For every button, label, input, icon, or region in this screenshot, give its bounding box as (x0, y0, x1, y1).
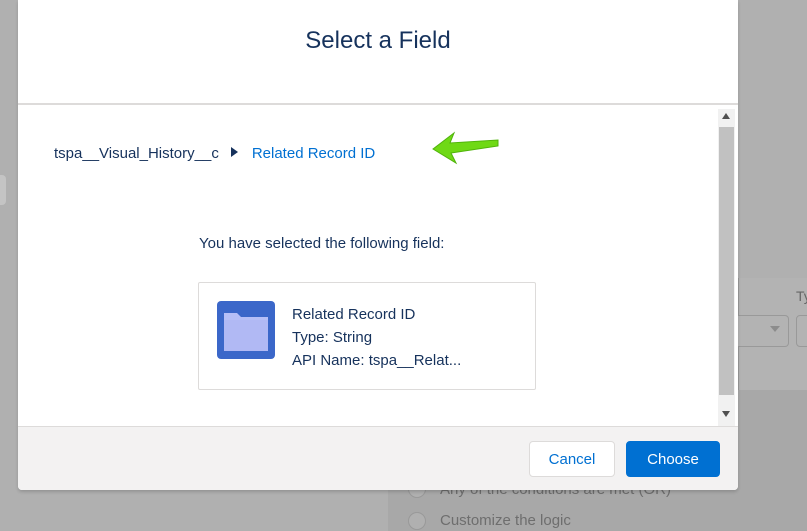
folder-icon (217, 301, 275, 359)
chevron-down-icon (770, 326, 780, 332)
modal-footer: Cancel Choose (18, 426, 738, 490)
arrow-left-icon (432, 131, 499, 165)
scroll-thumb[interactable] (719, 127, 734, 395)
field-type: Type: String (292, 329, 373, 346)
modal-title: Select a Field (305, 27, 451, 54)
background-radio-custom-label: Customize the logic (440, 512, 571, 529)
background-radio-custom (408, 512, 426, 530)
modal-body: tspa__Visual_History__c Related Record I… (18, 105, 738, 426)
scroll-down-icon[interactable] (722, 411, 730, 417)
modal-header: Select a Field (18, 0, 738, 105)
breadcrumb: tspa__Visual_History__c Related Record I… (54, 145, 375, 162)
background-select-2 (796, 315, 807, 347)
background-panel-edge (0, 175, 6, 205)
scroll-up-icon[interactable] (722, 113, 730, 119)
select-field-modal: Select a Field tspa__Visual_History__c R… (18, 0, 738, 490)
field-api-name: API Name: tspa__Relat... (292, 352, 462, 369)
selected-field-label: You have selected the following field: (199, 235, 445, 252)
body-scrollbar[interactable] (718, 109, 735, 426)
field-name: Related Record ID (292, 306, 416, 323)
cancel-button[interactable]: Cancel (529, 441, 615, 477)
choose-button[interactable]: Choose (626, 441, 720, 477)
selected-field-card: Related Record ID Type: String API Name:… (198, 282, 536, 390)
background-select (738, 315, 789, 347)
breadcrumb-root[interactable]: tspa__Visual_History__c (54, 145, 219, 162)
field-details: Related Record ID Type: String API Name:… (292, 303, 461, 372)
caret-right-icon (230, 146, 238, 157)
background-column-label: Ty (796, 288, 807, 304)
breadcrumb-current[interactable]: Related Record ID (252, 145, 375, 162)
